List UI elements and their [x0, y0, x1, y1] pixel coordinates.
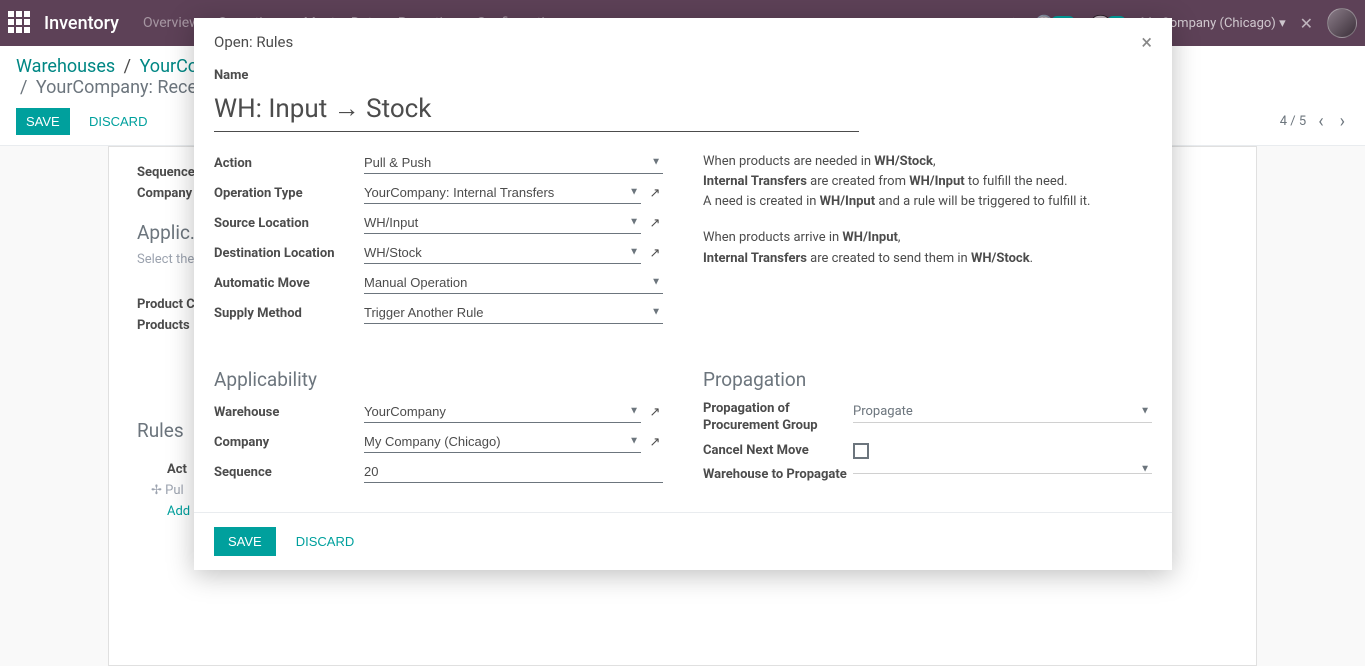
- rules-modal: Open: Rules × Name Action ▼: [194, 18, 1172, 570]
- sequence-input[interactable]: [364, 461, 663, 483]
- rule-description-2: When products arrive in WH/Input, Intern…: [703, 228, 1152, 268]
- debug-icon[interactable]: ✕: [1300, 14, 1313, 33]
- action-label: Action: [214, 156, 364, 171]
- source-location-select[interactable]: ▼: [364, 212, 641, 234]
- close-icon[interactable]: ×: [1141, 32, 1152, 52]
- operation-type-select[interactable]: ▼: [364, 182, 641, 204]
- operation-type-label: Operation Type: [214, 186, 364, 201]
- save-button[interactable]: Save: [16, 108, 70, 135]
- modal-discard-button[interactable]: Discard: [286, 527, 365, 556]
- propagation-group-select[interactable]: Propagate ▼: [853, 401, 1152, 423]
- app-brand[interactable]: Inventory: [44, 13, 119, 34]
- modal-title: Open: Rules: [214, 33, 293, 51]
- apps-icon[interactable]: [8, 11, 32, 35]
- pager-text: 4 / 5: [1280, 114, 1306, 129]
- company-select[interactable]: ▼: [364, 431, 641, 453]
- crumb-warehouses[interactable]: Warehouses: [16, 56, 115, 77]
- nav-overview[interactable]: Overview: [143, 15, 200, 31]
- external-link-icon[interactable]: ↗: [647, 216, 663, 231]
- avatar[interactable]: [1327, 8, 1357, 38]
- modal-save-button[interactable]: Save: [214, 527, 276, 556]
- name-label: Name: [214, 68, 1152, 83]
- automatic-move-select[interactable]: ▼: [364, 272, 663, 294]
- source-location-label: Source Location: [214, 216, 364, 231]
- pager-prev-icon[interactable]: ‹: [1314, 111, 1327, 132]
- supply-method-select[interactable]: ▼: [364, 302, 663, 324]
- crumb-receive: YourCompany: Rece...: [36, 77, 211, 98]
- cancel-next-label: Cancel Next Move: [703, 443, 853, 458]
- pager: 4 / 5 ‹ ›: [1280, 111, 1349, 132]
- cancel-next-checkbox[interactable]: [853, 443, 869, 459]
- warehouse-select[interactable]: ▼: [364, 401, 641, 423]
- warehouse-propagate-select[interactable]: ▼: [853, 467, 1152, 474]
- external-link-icon[interactable]: ↗: [647, 246, 663, 261]
- propagation-title: Propagation: [703, 368, 1152, 391]
- warehouse-propagate-label: Warehouse to Propagate: [703, 467, 853, 484]
- sequence-label: Sequence: [214, 465, 364, 480]
- discard-button[interactable]: Discard: [79, 108, 158, 135]
- destination-location-label: Destination Location: [214, 246, 364, 261]
- supply-method-label: Supply Method: [214, 306, 364, 321]
- pager-next-icon[interactable]: ›: [1336, 111, 1349, 132]
- automatic-move-label: Automatic Move: [214, 276, 364, 291]
- name-input[interactable]: [214, 89, 859, 132]
- rule-description-1: When products are needed in WH/Stock, In…: [703, 152, 1152, 212]
- propagation-group-label: Propagation of Procurement Group: [703, 401, 853, 435]
- external-link-icon[interactable]: ↗: [647, 186, 663, 201]
- warehouse-label: Warehouse: [214, 405, 364, 420]
- destination-location-select[interactable]: ▼: [364, 242, 641, 264]
- applicability-title: Applicability: [214, 368, 663, 391]
- external-link-icon[interactable]: ↗: [647, 435, 663, 450]
- action-select[interactable]: ▼: [364, 152, 663, 174]
- external-link-icon[interactable]: ↗: [647, 405, 663, 420]
- company-label: Company: [214, 435, 364, 450]
